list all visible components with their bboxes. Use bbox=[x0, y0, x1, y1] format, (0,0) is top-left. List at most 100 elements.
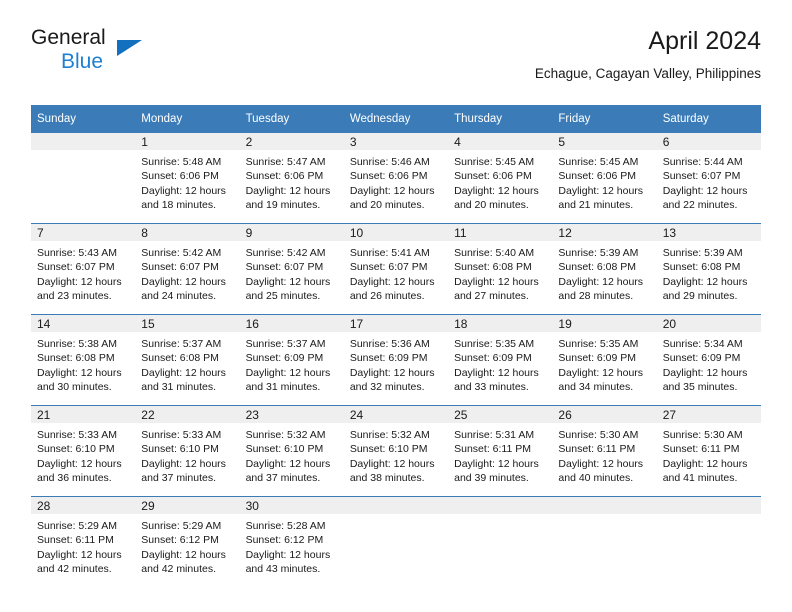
blue-triangle-logo-icon bbox=[117, 40, 142, 56]
calendar-day-cell[interactable]: 11 Sunrise: 5:40 AM Sunset: 6:08 PM Dayl… bbox=[448, 223, 553, 315]
day-details: Sunrise: 5:31 AM Sunset: 6:11 PM Dayligh… bbox=[448, 423, 552, 485]
page-header: General Blue April 2024 Echague, Cagayan… bbox=[31, 26, 761, 98]
calendar-day-cell[interactable]: 30 Sunrise: 5:28 AM Sunset: 6:12 PM Dayl… bbox=[239, 496, 344, 587]
calendar-day-cell[interactable]: 26 Sunrise: 5:30 AM Sunset: 6:11 PM Dayl… bbox=[552, 405, 657, 497]
daylight-text-line2: and 43 minutes. bbox=[245, 562, 321, 575]
sunset-text: Sunset: 6:08 PM bbox=[141, 352, 219, 365]
generalblue-logo[interactable]: General Blue bbox=[31, 26, 231, 82]
daylight-text-line2: and 42 minutes. bbox=[141, 562, 216, 575]
calendar-day-cell[interactable]: 16 Sunrise: 5:37 AM Sunset: 6:09 PM Dayl… bbox=[239, 314, 344, 406]
calendar-day-cell[interactable]: 14 Sunrise: 5:38 AM Sunset: 6:08 PM Dayl… bbox=[31, 314, 136, 406]
daylight-text-line2: and 39 minutes. bbox=[454, 471, 529, 484]
calendar-week-row: 7 Sunrise: 5:43 AM Sunset: 6:07 PM Dayli… bbox=[31, 223, 761, 315]
calendar-day-cell[interactable]: 12 Sunrise: 5:39 AM Sunset: 6:08 PM Dayl… bbox=[552, 223, 657, 315]
calendar-day-cell[interactable] bbox=[656, 496, 761, 587]
day-details: Sunrise: 5:46 AM Sunset: 6:06 PM Dayligh… bbox=[344, 150, 448, 212]
calendar-week-row: 28 Sunrise: 5:29 AM Sunset: 6:11 PM Dayl… bbox=[31, 496, 761, 587]
calendar-day-cell[interactable]: 9 Sunrise: 5:42 AM Sunset: 6:07 PM Dayli… bbox=[239, 223, 344, 315]
daylight-text-line1: Daylight: 12 hours bbox=[558, 184, 644, 197]
sunset-text: Sunset: 6:07 PM bbox=[349, 261, 428, 274]
day-number: 3 bbox=[343, 133, 449, 150]
daylight-text-line2: and 27 minutes. bbox=[454, 289, 529, 302]
daylight-text-line1: Daylight: 12 hours bbox=[37, 366, 122, 379]
calendar-day-cell[interactable]: 25 Sunrise: 5:31 AM Sunset: 6:11 PM Dayl… bbox=[448, 405, 553, 497]
daylight-text-line2: and 34 minutes. bbox=[558, 380, 634, 393]
sunset-text: Sunset: 6:08 PM bbox=[454, 261, 532, 274]
daylight-text-line1: Daylight: 12 hours bbox=[141, 366, 226, 379]
sunset-text: Sunset: 6:07 PM bbox=[141, 261, 219, 274]
day-details: Sunrise: 5:28 AM Sunset: 6:12 PM Dayligh… bbox=[240, 514, 344, 576]
calendar-day-cell[interactable]: 2 Sunrise: 5:47 AM Sunset: 6:06 PM Dayli… bbox=[239, 133, 344, 224]
daylight-text-line1: Daylight: 12 hours bbox=[662, 275, 748, 288]
sunset-text: Sunset: 6:11 PM bbox=[662, 443, 740, 456]
sunset-text: Sunset: 6:06 PM bbox=[349, 170, 428, 183]
day-details: Sunrise: 5:45 AM Sunset: 6:06 PM Dayligh… bbox=[552, 150, 656, 212]
daylight-text-line1: Daylight: 12 hours bbox=[454, 184, 539, 197]
day-details: Sunrise: 5:37 AM Sunset: 6:08 PM Dayligh… bbox=[135, 332, 239, 394]
calendar-day-cell[interactable]: 21 Sunrise: 5:33 AM Sunset: 6:10 PM Dayl… bbox=[31, 405, 136, 497]
calendar-day-cell[interactable] bbox=[448, 496, 553, 587]
calendar-day-cell[interactable]: 7 Sunrise: 5:43 AM Sunset: 6:07 PM Dayli… bbox=[31, 223, 136, 315]
sunrise-text: Sunrise: 5:29 AM bbox=[37, 520, 117, 532]
day-number: 22 bbox=[135, 406, 240, 423]
calendar-day-cell[interactable]: 6 Sunrise: 5:44 AM Sunset: 6:07 PM Dayli… bbox=[656, 133, 761, 224]
sunrise-sunset-calendar-table: Sunday Monday Tuesday Wednesday Thursday… bbox=[31, 105, 761, 587]
calendar-day-cell[interactable]: 29 Sunrise: 5:29 AM Sunset: 6:12 PM Dayl… bbox=[135, 496, 240, 587]
calendar-day-cell[interactable] bbox=[552, 496, 657, 587]
calendar-day-cell[interactable]: 27 Sunrise: 5:30 AM Sunset: 6:11 PM Dayl… bbox=[656, 405, 761, 497]
calendar-day-cell[interactable] bbox=[31, 133, 136, 224]
sunrise-text: Sunrise: 5:31 AM bbox=[454, 429, 535, 441]
day-number: 19 bbox=[552, 315, 657, 332]
calendar-day-cell[interactable]: 1 Sunrise: 5:48 AM Sunset: 6:06 PM Dayli… bbox=[135, 133, 240, 224]
weekday-header-friday: Friday bbox=[552, 105, 657, 133]
daylight-text-line2: and 31 minutes. bbox=[141, 380, 216, 393]
sunrise-text: Sunrise: 5:42 AM bbox=[141, 247, 222, 259]
sunset-text: Sunset: 6:07 PM bbox=[662, 170, 741, 183]
day-number: 15 bbox=[135, 315, 240, 332]
calendar-day-cell[interactable]: 10 Sunrise: 5:41 AM Sunset: 6:07 PM Dayl… bbox=[343, 223, 449, 315]
day-details: Sunrise: 5:33 AM Sunset: 6:10 PM Dayligh… bbox=[31, 423, 135, 485]
day-details: Sunrise: 5:30 AM Sunset: 6:11 PM Dayligh… bbox=[552, 423, 656, 485]
sunset-text: Sunset: 6:09 PM bbox=[558, 352, 637, 365]
page-title: April 2024 bbox=[648, 27, 761, 55]
calendar-day-cell[interactable] bbox=[343, 496, 449, 587]
daylight-text-line2: and 31 minutes. bbox=[245, 380, 321, 393]
day-number bbox=[552, 497, 657, 514]
calendar-header-row: Sunday Monday Tuesday Wednesday Thursday… bbox=[31, 105, 761, 133]
calendar-day-cell[interactable]: 8 Sunrise: 5:42 AM Sunset: 6:07 PM Dayli… bbox=[135, 223, 240, 315]
sunrise-text: Sunrise: 5:32 AM bbox=[245, 429, 326, 441]
daylight-text-line1: Daylight: 12 hours bbox=[662, 366, 748, 379]
daylight-text-line2: and 37 minutes. bbox=[245, 471, 321, 484]
day-details: Sunrise: 5:34 AM Sunset: 6:09 PM Dayligh… bbox=[657, 332, 761, 394]
sunrise-text: Sunrise: 5:41 AM bbox=[349, 247, 430, 259]
weekday-header-thursday: Thursday bbox=[448, 105, 553, 133]
day-number bbox=[343, 497, 449, 514]
calendar-day-cell[interactable]: 15 Sunrise: 5:37 AM Sunset: 6:08 PM Dayl… bbox=[135, 314, 240, 406]
calendar-day-cell[interactable]: 28 Sunrise: 5:29 AM Sunset: 6:11 PM Dayl… bbox=[31, 496, 136, 587]
day-number: 17 bbox=[343, 315, 449, 332]
day-details: Sunrise: 5:38 AM Sunset: 6:08 PM Dayligh… bbox=[31, 332, 135, 394]
sunrise-text: Sunrise: 5:39 AM bbox=[662, 247, 743, 259]
daylight-text-line2: and 33 minutes. bbox=[454, 380, 529, 393]
daylight-text-line1: Daylight: 12 hours bbox=[245, 184, 331, 197]
calendar-day-cell[interactable]: 13 Sunrise: 5:39 AM Sunset: 6:08 PM Dayl… bbox=[656, 223, 761, 315]
calendar-day-cell[interactable]: 5 Sunrise: 5:45 AM Sunset: 6:06 PM Dayli… bbox=[552, 133, 657, 224]
calendar-day-cell[interactable]: 3 Sunrise: 5:46 AM Sunset: 6:06 PM Dayli… bbox=[343, 133, 449, 224]
day-details: Sunrise: 5:32 AM Sunset: 6:10 PM Dayligh… bbox=[344, 423, 448, 485]
daylight-text-line1: Daylight: 12 hours bbox=[245, 275, 331, 288]
calendar-day-cell[interactable]: 20 Sunrise: 5:34 AM Sunset: 6:09 PM Dayl… bbox=[656, 314, 761, 406]
calendar-day-cell[interactable]: 19 Sunrise: 5:35 AM Sunset: 6:09 PM Dayl… bbox=[552, 314, 657, 406]
sunset-text: Sunset: 6:06 PM bbox=[245, 170, 324, 183]
calendar-day-cell[interactable]: 18 Sunrise: 5:35 AM Sunset: 6:09 PM Dayl… bbox=[448, 314, 553, 406]
calendar-day-cell[interactable]: 23 Sunrise: 5:32 AM Sunset: 6:10 PM Dayl… bbox=[239, 405, 344, 497]
calendar-day-cell[interactable]: 4 Sunrise: 5:45 AM Sunset: 6:06 PM Dayli… bbox=[448, 133, 553, 224]
daylight-text-line2: and 30 minutes. bbox=[37, 380, 112, 393]
daylight-text-line1: Daylight: 12 hours bbox=[37, 548, 122, 561]
weekday-header-wednesday: Wednesday bbox=[343, 105, 449, 133]
day-details: Sunrise: 5:33 AM Sunset: 6:10 PM Dayligh… bbox=[135, 423, 239, 485]
sunset-text: Sunset: 6:07 PM bbox=[245, 261, 324, 274]
sunrise-text: Sunrise: 5:42 AM bbox=[245, 247, 326, 259]
calendar-day-cell[interactable]: 24 Sunrise: 5:32 AM Sunset: 6:10 PM Dayl… bbox=[343, 405, 449, 497]
calendar-day-cell[interactable]: 22 Sunrise: 5:33 AM Sunset: 6:10 PM Dayl… bbox=[135, 405, 240, 497]
calendar-day-cell[interactable]: 17 Sunrise: 5:36 AM Sunset: 6:09 PM Dayl… bbox=[343, 314, 449, 406]
